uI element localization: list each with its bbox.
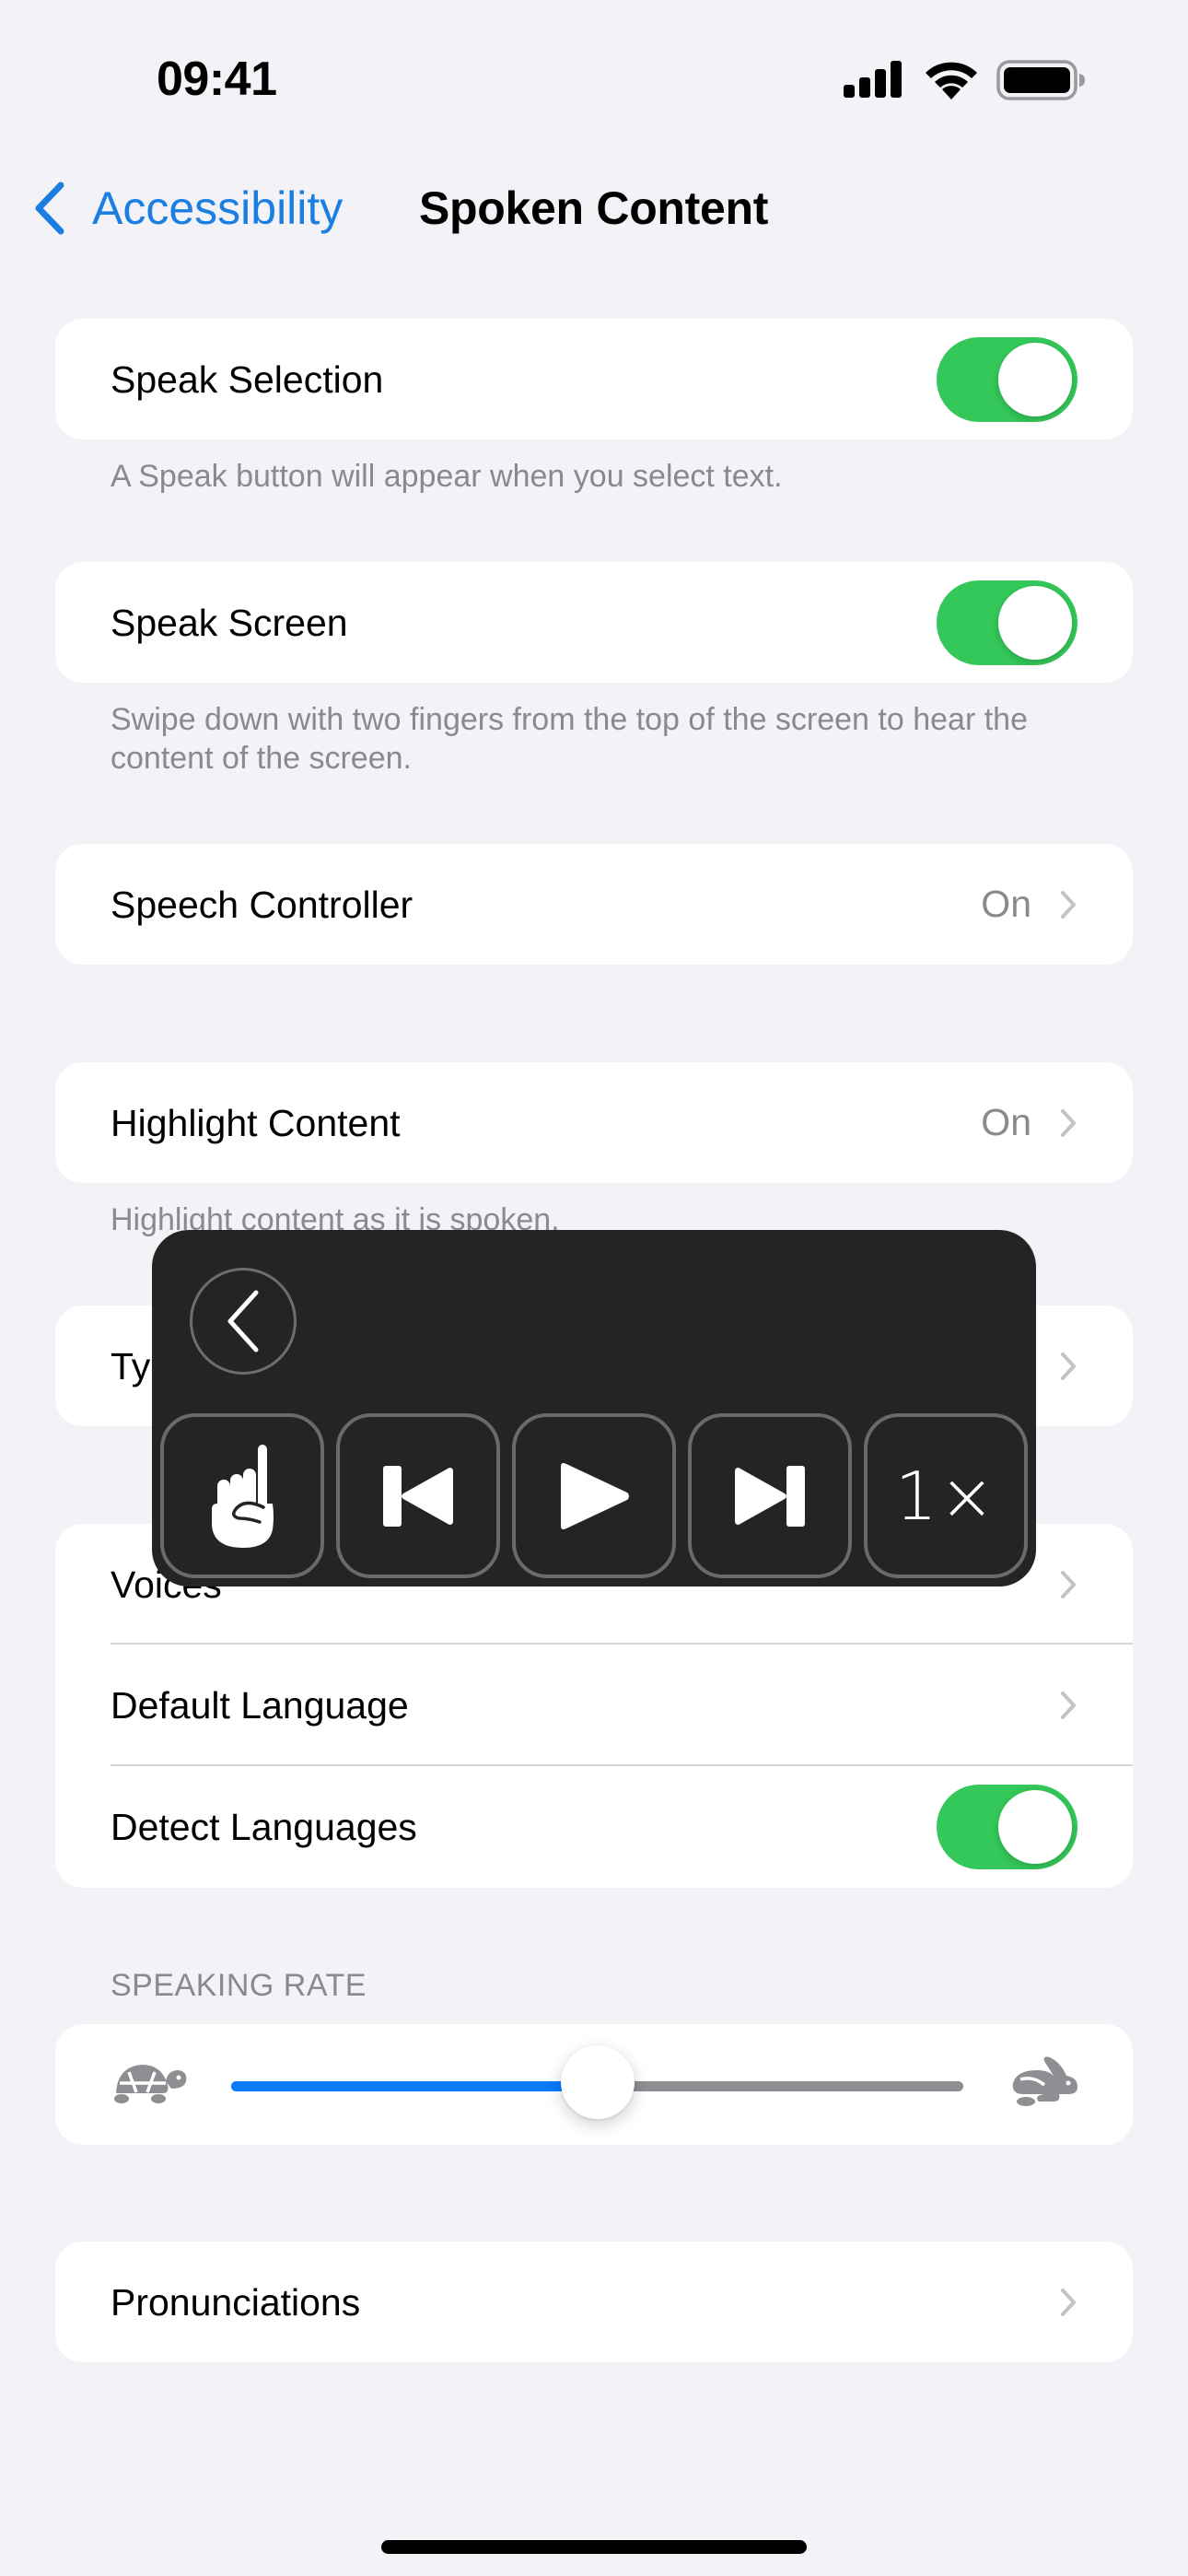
highlight-content-value: On bbox=[981, 1101, 1031, 1143]
tortoise-icon bbox=[114, 2065, 187, 2103]
skip-back-button[interactable] bbox=[336, 1413, 500, 1578]
chevron-right-icon bbox=[1061, 2288, 1076, 2316]
forward-end-icon bbox=[735, 1465, 805, 1527]
wifi-icon bbox=[926, 62, 977, 100]
speaking-rate-fill bbox=[231, 2081, 598, 2091]
overlay-controls: 1× bbox=[160, 1413, 1028, 1578]
speech-controller-row[interactable]: Speech Controller On bbox=[55, 844, 1133, 965]
highlight-content-row[interactable]: Highlight Content On bbox=[55, 1062, 1133, 1183]
pronunciations-label: Pronunciations bbox=[111, 2280, 361, 2324]
toggle-knob bbox=[998, 585, 1072, 660]
page-title: Spoken Content bbox=[419, 182, 769, 234]
speaking-rate-button[interactable]: 1× bbox=[864, 1413, 1028, 1578]
speak-selection-row: Speak Selection bbox=[55, 319, 1133, 439]
speak-selection-card: Speak Selection bbox=[55, 319, 1133, 439]
detect-languages-label: Detect Languages bbox=[111, 1806, 417, 1848]
speaking-rate-card bbox=[55, 2024, 1133, 2145]
highlight-content-card: Highlight Content On bbox=[55, 1062, 1133, 1183]
back-button[interactable]: Accessibility bbox=[31, 175, 343, 241]
speak-screen-label: Speak Screen bbox=[111, 601, 348, 644]
speak-screen-toggle[interactable] bbox=[937, 580, 1077, 665]
chevron-right-icon bbox=[1061, 1352, 1076, 1380]
speech-controller-overlay: 1× bbox=[152, 1230, 1036, 1587]
chevron-left-icon bbox=[35, 181, 64, 235]
toggle-knob bbox=[998, 342, 1072, 416]
default-language-row[interactable]: Default Language bbox=[55, 1645, 1133, 1766]
detect-languages-row: Detect Languages bbox=[55, 1766, 1133, 1888]
chevron-left-icon bbox=[227, 1290, 259, 1352]
skip-forward-button[interactable] bbox=[688, 1413, 852, 1578]
chevron-right-icon bbox=[1061, 1108, 1076, 1137]
speak-screen-footer: Swipe down with two fingers from the top… bbox=[111, 702, 1028, 776]
detect-languages-toggle[interactable] bbox=[937, 1785, 1077, 1869]
back-button-label: Accessibility bbox=[92, 182, 344, 234]
status-time: 09:41 bbox=[157, 53, 277, 106]
speaking-rate-slider bbox=[55, 2024, 1133, 2145]
cellular-signal-icon bbox=[844, 61, 902, 98]
speaking-rate-thumb[interactable] bbox=[560, 2045, 635, 2119]
speech-controller-value: On bbox=[981, 883, 1031, 925]
pronunciations-card: Pronunciations bbox=[55, 2242, 1133, 2362]
chevron-right-icon bbox=[1061, 890, 1076, 919]
overlay-collapse-button[interactable] bbox=[190, 1268, 297, 1375]
chevron-right-icon bbox=[1061, 1692, 1076, 1719]
speak-screen-row: Speak Screen bbox=[55, 562, 1133, 683]
speaking-rate-label: 1× bbox=[894, 1457, 997, 1535]
play-button[interactable] bbox=[512, 1413, 676, 1578]
speech-controller-card: Speech Controller On bbox=[55, 844, 1133, 965]
chevron-right-icon bbox=[1061, 1570, 1076, 1598]
speak-selection-toggle[interactable] bbox=[937, 336, 1077, 422]
toggle-knob bbox=[998, 1790, 1072, 1864]
highlight-content-label: Highlight Content bbox=[111, 1101, 401, 1144]
hand-point-up-icon bbox=[212, 1444, 274, 1548]
speak-screen-card: Speak Screen bbox=[55, 562, 1133, 683]
play-icon bbox=[561, 1462, 629, 1529]
speech-controller-label: Speech Controller bbox=[111, 883, 413, 926]
hare-icon bbox=[1012, 2056, 1077, 2106]
speaking-rate-header: SPEAKING RATE bbox=[111, 1968, 367, 2003]
speak-selection-footer: A Speak button will appear when you sele… bbox=[111, 459, 783, 494]
default-language-label: Default Language bbox=[111, 1684, 409, 1727]
battery-icon bbox=[996, 60, 1085, 100]
read-under-finger-button[interactable] bbox=[160, 1413, 324, 1578]
pronunciations-row[interactable]: Pronunciations bbox=[55, 2242, 1133, 2362]
speak-selection-label: Speak Selection bbox=[111, 357, 384, 401]
backward-end-icon bbox=[383, 1465, 453, 1527]
home-indicator[interactable] bbox=[381, 2540, 807, 2554]
